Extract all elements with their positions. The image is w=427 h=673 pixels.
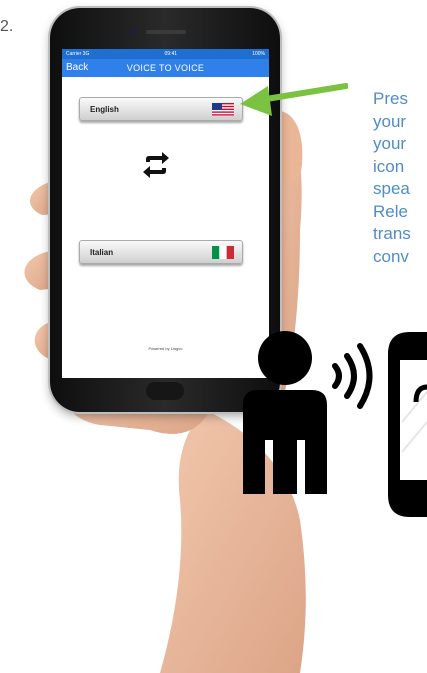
nav-bar: Back VOICE TO VOICE: [62, 59, 269, 77]
powered-by-text: Powered by Lingvo: [148, 346, 183, 351]
instruction-line: your: [373, 111, 407, 131]
instruction-line: icon: [373, 156, 405, 176]
arrow-icon: [240, 83, 348, 116]
source-language-button[interactable]: English: [79, 97, 243, 121]
home-button[interactable]: [146, 382, 184, 400]
italy-flag-icon: [212, 245, 234, 259]
camera-icon: [130, 28, 137, 35]
swap-icon[interactable]: [140, 149, 172, 181]
back-button[interactable]: Back: [66, 62, 88, 73]
instruction-line: trans: [373, 224, 411, 243]
instruction-line: spea: [373, 179, 410, 198]
instruction-line: Pres: [373, 89, 408, 108]
instruction-line: your: [373, 134, 407, 153]
status-time: 09:41: [164, 51, 178, 57]
source-language-label: English: [90, 104, 119, 114]
instruction-line: conv: [373, 246, 409, 266]
target-language-button[interactable]: Italian: [79, 240, 243, 264]
status-carrier: Carrier 3G: [66, 51, 90, 57]
page-title: VOICE TO VOICE: [126, 63, 205, 73]
speaker-grille: [146, 30, 186, 34]
instruction-line: Rele: [373, 201, 408, 221]
target-language-label: Italian: [90, 247, 114, 257]
status-battery: 100%: [252, 51, 265, 57]
instruction-text: Pres your your icon spea Rele trans conv: [373, 88, 427, 268]
person-speaking-icon: [243, 331, 373, 494]
status-bar: Carrier 3G 09:41 100%: [62, 49, 269, 59]
us-flag-icon: [212, 102, 234, 116]
phone-outline-icon: [388, 332, 427, 517]
